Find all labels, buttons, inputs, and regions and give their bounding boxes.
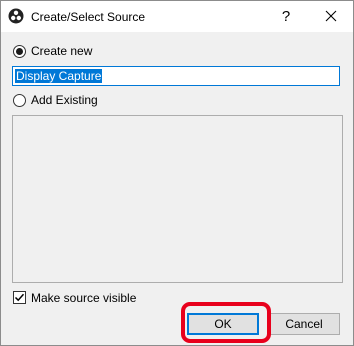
title-bar: Create/Select Source ?: [1, 1, 353, 32]
help-button[interactable]: ?: [271, 1, 301, 32]
close-button[interactable]: [309, 1, 353, 32]
close-icon: [309, 10, 353, 35]
ok-button-highlight-annotation: [181, 302, 271, 343]
source-name-input[interactable]: Display Capture: [12, 66, 340, 86]
dialog-title: Create/Select Source: [31, 10, 146, 24]
create-select-source-dialog: Create/Select Source ? Create new Displa…: [0, 0, 354, 346]
radio-selected-dot: [16, 48, 23, 55]
source-name-value: Display Capture: [15, 69, 103, 83]
add-existing-radio[interactable]: [13, 94, 26, 107]
existing-sources-list[interactable]: [12, 115, 343, 283]
cancel-button[interactable]: Cancel: [268, 313, 340, 335]
create-new-radio[interactable]: [13, 45, 26, 58]
make-source-visible-label: Make source visible: [31, 291, 137, 305]
obs-logo-icon: [8, 8, 24, 24]
add-existing-label: Add Existing: [31, 93, 98, 107]
create-new-label: Create new: [31, 44, 93, 58]
make-source-visible-checkbox[interactable]: [13, 291, 26, 304]
